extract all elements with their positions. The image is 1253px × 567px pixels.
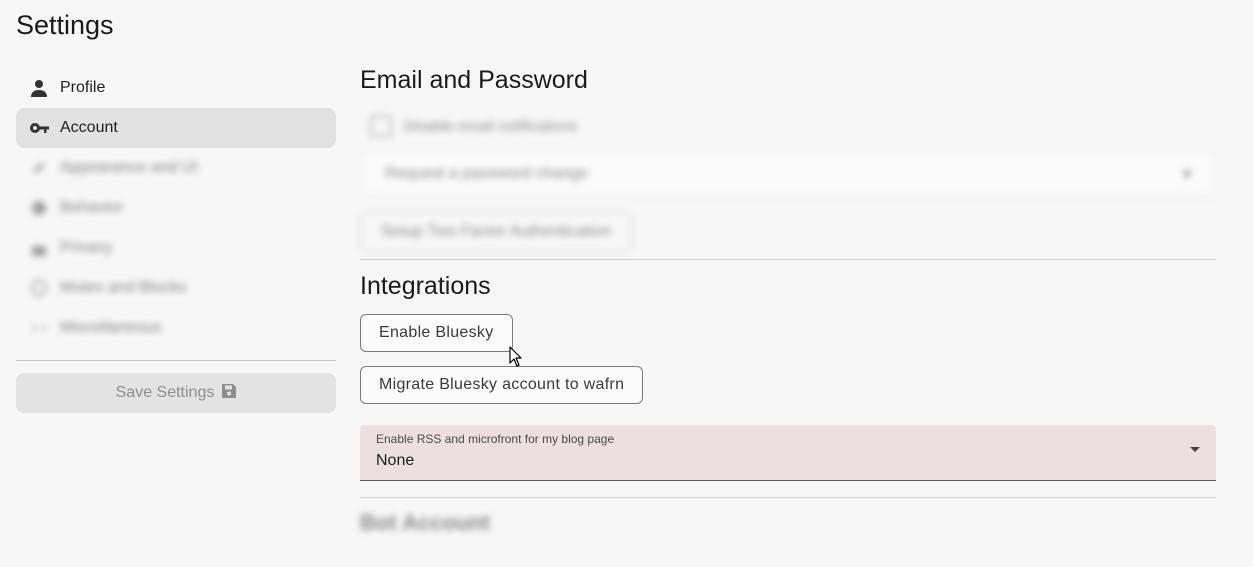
section-divider [360, 259, 1216, 260]
sidebar-item-label: Mutes and Blocks [60, 279, 187, 296]
email-notifications-checkbox-row[interactable]: Disable email notifications [360, 109, 1216, 143]
mouse-cursor-icon [509, 346, 523, 373]
sidebar-item-behavior[interactable]: Behavior [16, 188, 336, 228]
settings-sidebar: Profile Account Appearance and UI Behavi… [16, 68, 336, 413]
sidebar-item-label: Privacy [60, 239, 113, 256]
sidebar-item-label: Appearance and UI [60, 159, 198, 176]
dropdown-arrow-icon [1190, 447, 1200, 452]
integrations-heading: Integrations [360, 272, 491, 300]
page-title: Settings [16, 10, 114, 40]
key-icon [28, 117, 50, 139]
person-icon [28, 77, 50, 99]
rss-select-label: Enable RSS and microfront for my blog pa… [376, 432, 615, 446]
setup-2fa-button[interactable]: Setup Two Factor Authentication [360, 211, 633, 253]
save-settings-button[interactable]: Save Settings [16, 373, 336, 413]
lock-icon [28, 237, 50, 259]
checkbox-label: Disable email notifications [404, 117, 578, 135]
email-password-content: Disable email notifications Request a pa… [360, 109, 1216, 253]
chevron-down-icon: ▾ [1182, 166, 1191, 183]
sidebar-item-label: Account [60, 119, 118, 136]
sidebar-item-account[interactable]: Account [16, 108, 336, 148]
save-settings-label: Save Settings [115, 384, 215, 401]
sidebar-item-privacy[interactable]: Privacy [16, 228, 336, 268]
gear-icon [28, 197, 50, 219]
section-divider [360, 497, 1216, 498]
brush-icon [28, 157, 50, 179]
settings-main: Email and Password Disable email notific… [360, 66, 1216, 535]
block-icon [28, 277, 50, 299]
sidebar-item-label: Profile [60, 79, 106, 96]
checkbox[interactable] [370, 115, 392, 137]
sidebar-item-misc[interactable]: Miscellaneous [16, 308, 336, 348]
email-password-heading: Email and Password [360, 66, 588, 94]
sidebar-divider [16, 360, 336, 361]
bot-account-heading: Bot Account [360, 510, 490, 535]
migrate-bluesky-button[interactable]: Migrate Bluesky account to wafrn [360, 366, 644, 404]
rss-select[interactable]: Enable RSS and microfront for my blog pa… [360, 425, 1216, 481]
password-select-value: Request a password change [385, 165, 588, 182]
save-icon [222, 383, 237, 403]
sidebar-item-appearance[interactable]: Appearance and UI [16, 148, 336, 188]
sidebar-item-profile[interactable]: Profile [16, 68, 336, 108]
sidebar-item-label: Behavior [60, 199, 124, 216]
rss-select-value: None [376, 452, 415, 469]
sidebar-item-mutes[interactable]: Mutes and Blocks [16, 268, 336, 308]
sidebar-item-label: Miscellaneous [60, 319, 162, 336]
enable-bluesky-button[interactable]: Enable Bluesky [360, 314, 513, 352]
password-select[interactable]: Request a password change ▾ [360, 151, 1216, 197]
dots-icon [28, 317, 50, 339]
